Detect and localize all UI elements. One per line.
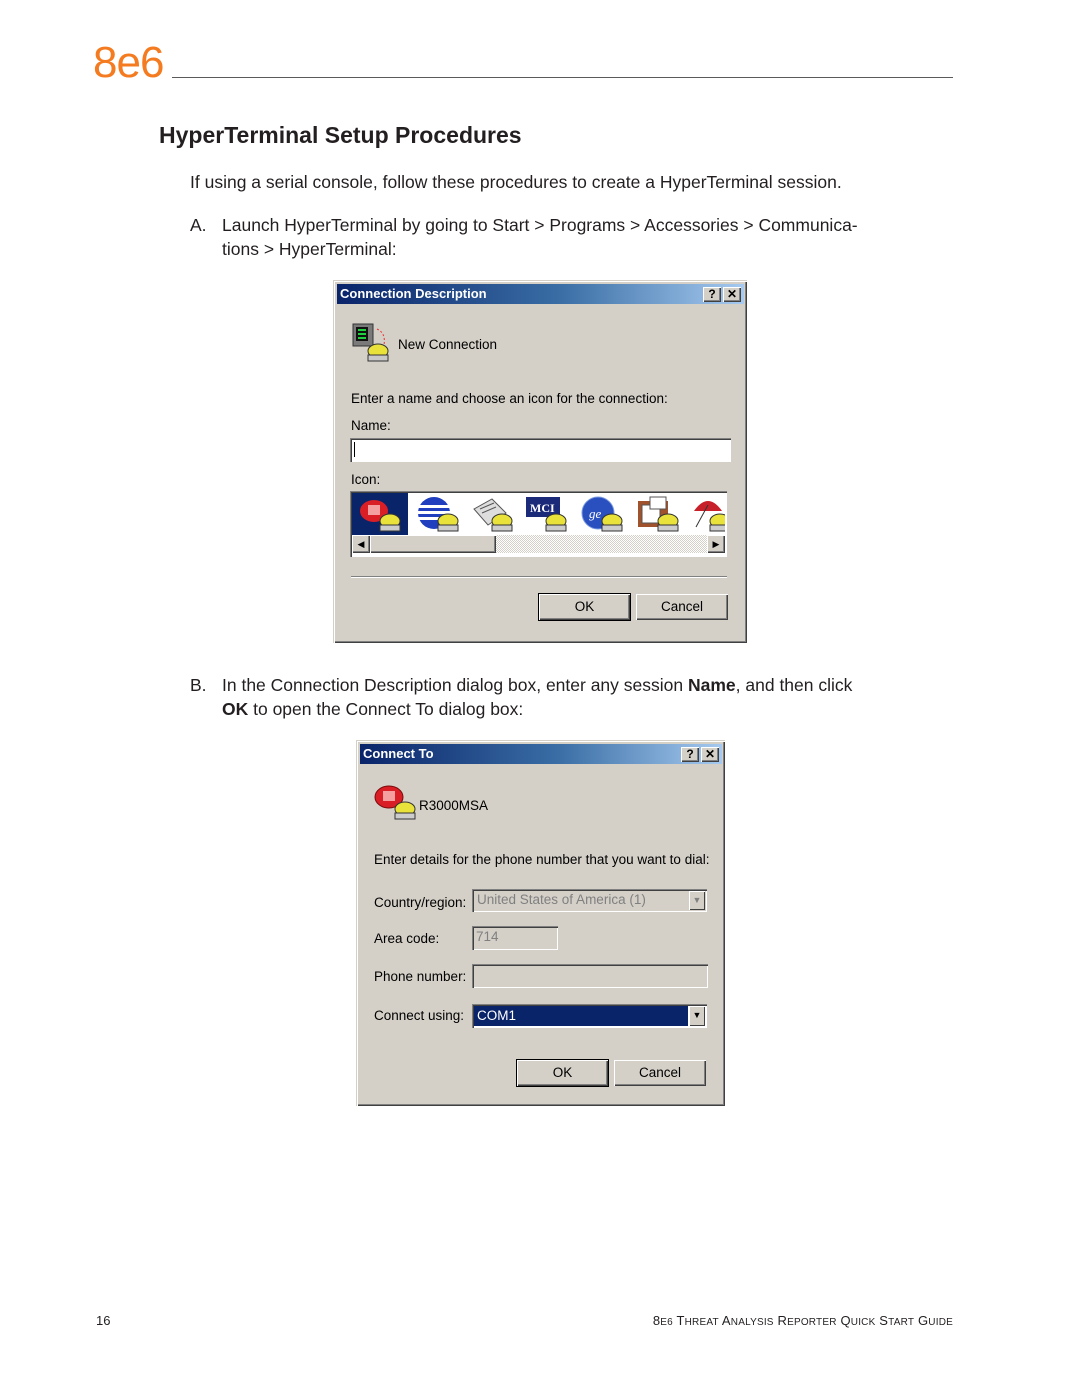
- new-connection-icon: [352, 323, 389, 362]
- dialog-title-bar: Connection Description ? ✕: [337, 284, 744, 304]
- horizontal-scrollbar[interactable]: ◀ ▶: [352, 535, 725, 553]
- red-phone-icon[interactable]: [358, 495, 404, 533]
- connect-using-label: Connect using:: [374, 1008, 465, 1023]
- close-button[interactable]: ✕: [701, 747, 719, 762]
- icon-list[interactable]: MCI ge ◀ ▶: [350, 491, 727, 557]
- connect-to-dialog: Connect To ? ✕ R3000MSA Enter details fo…: [356, 740, 725, 1106]
- name-input[interactable]: [350, 438, 731, 462]
- svg-text:ge: ge: [589, 506, 602, 521]
- step-a-label: A.: [190, 215, 207, 235]
- separator: [351, 576, 727, 578]
- area-code-input[interactable]: 714: [472, 926, 558, 950]
- dialog-title: Connection Description: [340, 286, 487, 301]
- header-rule: [172, 77, 953, 78]
- name-label: Name:: [351, 418, 391, 433]
- ok-button[interactable]: OK: [516, 1059, 609, 1087]
- help-button[interactable]: ?: [681, 747, 699, 762]
- page-number: 16: [96, 1313, 111, 1328]
- ge-icon[interactable]: ge: [580, 495, 626, 533]
- close-button[interactable]: ✕: [723, 287, 741, 302]
- connection-name-label: R3000MSA: [419, 798, 489, 813]
- ok-emphasis: OK: [222, 699, 249, 719]
- cancel-button[interactable]: Cancel: [636, 594, 728, 620]
- ok-button[interactable]: OK: [538, 593, 631, 621]
- globe-stripes-icon[interactable]: [416, 495, 462, 533]
- scroll-thumb[interactable]: [370, 535, 496, 553]
- cancel-button[interactable]: Cancel: [614, 1060, 706, 1086]
- step-a: A. Launch HyperTerminal by going to Star…: [190, 213, 950, 261]
- footer-guide-title: 8E6 THREAT ANALYSIS REPORTER QUICK START…: [652, 1313, 953, 1328]
- step-b: B. In the Connection Description dialog …: [190, 673, 950, 721]
- dialog-title: Connect To: [363, 746, 434, 761]
- instruction-text: Enter details for the phone number that …: [374, 852, 710, 867]
- step-a-text: Launch HyperTerminal by going to Start >…: [222, 213, 950, 261]
- dropdown-arrow-icon[interactable]: ▼: [689, 891, 705, 910]
- mci-icon[interactable]: MCI: [524, 495, 570, 533]
- dialog-title-bar: Connect To ? ✕: [360, 744, 722, 764]
- documents-icon[interactable]: [636, 495, 682, 533]
- step-a-text-content: Launch HyperTerminal by going to Start >…: [222, 215, 858, 259]
- umbrella-icon[interactable]: [688, 495, 725, 533]
- section-title: HyperTerminal Setup Procedures: [159, 122, 522, 148]
- phone-number-input[interactable]: [472, 964, 708, 988]
- icon-label: Icon:: [351, 472, 381, 487]
- step-b-label: B.: [190, 675, 207, 695]
- connection-description-dialog: Connection Description ? ✕ New Connectio…: [333, 280, 747, 643]
- connection-phone-icon: [374, 785, 416, 820]
- newspaper-icon[interactable]: [470, 495, 516, 533]
- text-cursor: [354, 442, 355, 457]
- connect-using-select[interactable]: COM1 ▼: [472, 1004, 707, 1028]
- instruction-text: Enter a name and choose an icon for the …: [351, 391, 668, 406]
- dropdown-arrow-icon[interactable]: ▼: [689, 1006, 705, 1026]
- area-code-label: Area code:: [374, 931, 440, 946]
- help-button[interactable]: ?: [703, 287, 721, 302]
- scroll-left-button[interactable]: ◀: [352, 535, 370, 553]
- phone-number-label: Phone number:: [374, 969, 467, 984]
- country-label: Country/region:: [374, 895, 467, 910]
- country-select[interactable]: United States of America (1) ▼: [472, 889, 707, 912]
- step-b-text: In the Connection Description dialog box…: [222, 675, 853, 719]
- name-emphasis: Name: [687, 675, 736, 695]
- intro-paragraph: If using a serial console, follow these …: [190, 172, 842, 192]
- svg-text:MCI: MCI: [530, 501, 555, 515]
- brand-logo: 8e6: [93, 38, 164, 87]
- selected-value: COM1: [474, 1006, 688, 1026]
- scroll-right-button[interactable]: ▶: [707, 535, 725, 553]
- connection-name-label: New Connection: [398, 337, 498, 352]
